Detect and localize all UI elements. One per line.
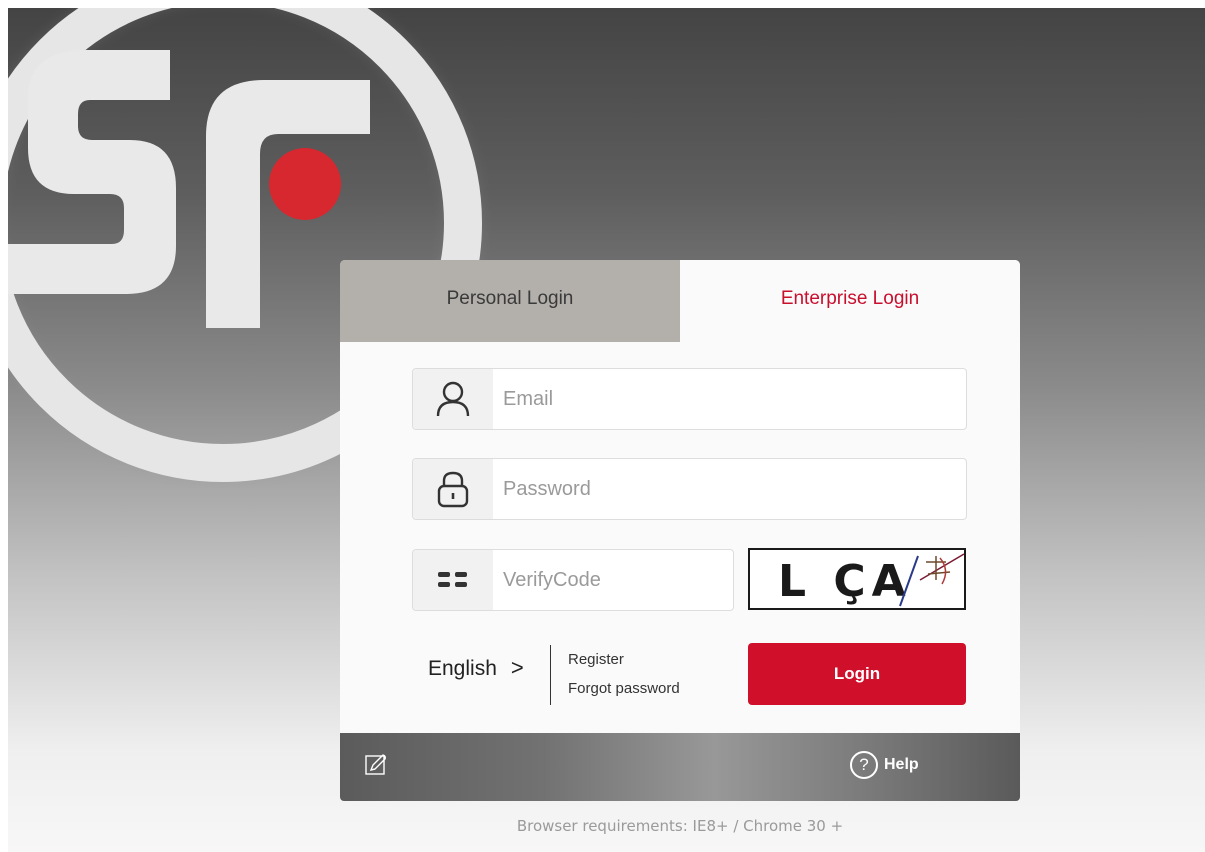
user-icon (413, 369, 493, 429)
help-button[interactable]: ? Help (850, 751, 919, 779)
email-field (412, 368, 967, 430)
help-icon: ? (850, 751, 878, 779)
tab-personal-login[interactable]: Personal Login (340, 260, 680, 342)
captcha-image[interactable]: L ÇA (748, 548, 966, 610)
footer-bar: ? Help (340, 733, 1020, 801)
forgot-password-link[interactable]: Forgot password (568, 680, 680, 697)
register-link[interactable]: Register (568, 651, 624, 668)
help-label: Help (884, 756, 919, 773)
verify-code-input[interactable] (493, 550, 733, 610)
edit-icon[interactable] (365, 753, 387, 780)
email-input[interactable] (493, 369, 966, 429)
password-field (412, 458, 967, 520)
login-tabs: Personal Login Enterprise Login (340, 260, 1020, 342)
password-input[interactable] (493, 459, 966, 519)
divider (550, 645, 551, 705)
logo-red-dot (269, 148, 341, 220)
chevron-right-icon: > (510, 655, 524, 680)
language-selector[interactable]: English > (428, 655, 524, 681)
login-card: Personal Login Enterprise Login Email Ve… (340, 260, 1020, 733)
login-button[interactable]: Login (748, 643, 966, 705)
captcha-noise (899, 553, 964, 607)
verify-code-field (412, 549, 734, 611)
lock-icon (413, 459, 493, 519)
browser-requirements: Browser requirements: IE8+ / Chrome 30 + (516, 817, 844, 835)
language-label: English (428, 657, 497, 680)
code-icon (413, 550, 493, 610)
tab-enterprise-login[interactable]: Enterprise Login (680, 260, 1020, 342)
logo-s-letter (8, 50, 176, 294)
